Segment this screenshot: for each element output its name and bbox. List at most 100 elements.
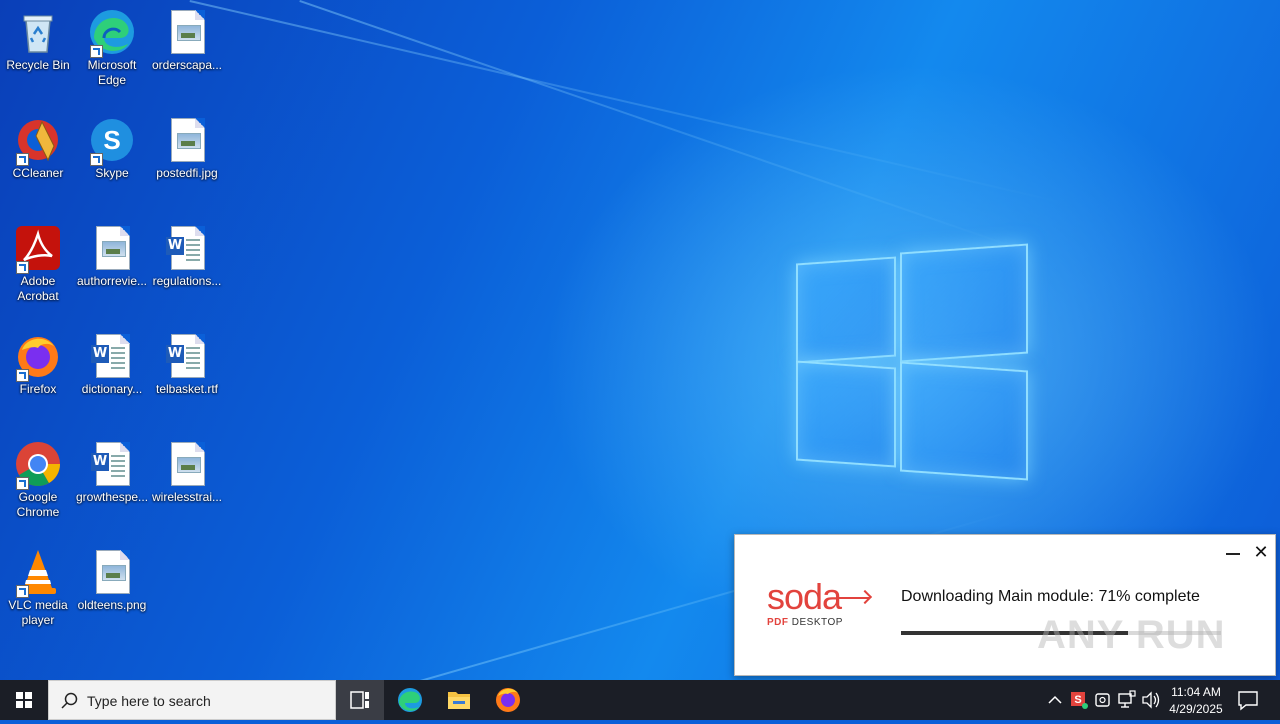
desktop-icon-label: Adobe Acrobat [17,274,59,303]
windows-logo [796,242,1028,481]
desktop-icon-postedfi[interactable]: postedfi.jpg [149,110,225,181]
taskbar-edge[interactable] [386,680,434,720]
image-file-icon [88,224,136,272]
edge-icon [88,8,136,58]
firefox-icon [14,332,62,382]
soda-pdf-logo: soda PDF DESKTOP [767,579,877,631]
image-file-icon [163,116,211,164]
clock-time: 11:04 AM [1171,685,1221,699]
light-beam [299,0,1038,256]
desktop-icon-label: regulations... [152,274,222,288]
minimize-button[interactable] [1225,545,1241,561]
desktop-icon-label: VLC media player [8,598,68,627]
desktop: Recycle Bin CCleaner Adobe Acrobat Firef… [0,0,1280,680]
desktop-icon-label: Recycle Bin [6,58,70,72]
search-placeholder: Type here to search [87,693,211,709]
desktop-icon-adobe-acrobat[interactable]: Adobe Acrobat [0,218,76,304]
desktop-icon-label: Firefox [19,382,57,396]
taskbar-search-box[interactable]: Type here to search [48,680,336,720]
vlc-icon [14,548,62,598]
speaker-icon [1142,691,1160,709]
search-icon [61,692,78,709]
soda-pdf-tray-icon: S [1071,692,1088,709]
desktop-icon-growthespe[interactable]: W growthespe... [74,434,150,505]
folder-icon [448,692,470,709]
desktop-icon-oldteens[interactable]: oldteens.png [74,542,150,613]
tray-soda-pdf[interactable]: S [1068,680,1090,720]
shortcut-arrow-icon [16,477,29,490]
svg-text:S: S [103,125,120,155]
network-icon [1118,690,1136,708]
image-file-icon [163,440,211,488]
shortcut-arrow-icon [90,45,103,58]
skype-icon: S [88,116,136,166]
action-center-button[interactable] [1232,680,1264,720]
camera-icon [1095,693,1110,707]
desktop-icon-skype[interactable]: S Skype [74,110,150,181]
desktop-icon-ccleaner[interactable]: CCleaner [0,110,76,181]
word-doc-icon: W [88,440,136,488]
close-button[interactable]: ✕ [1251,543,1271,563]
taskbar: Type here to search S 11:04 AM 4/29/2025 [0,680,1280,720]
taskbar-firefox[interactable] [484,680,532,720]
brand-arrow-icon [839,597,869,599]
desktop-icon-dictionary[interactable]: W dictionary... [74,326,150,397]
image-file-icon [88,548,136,596]
ccleaner-icon [14,116,62,166]
desktop-icon-label: growthespe... [76,490,149,504]
desktop-icon-regulations[interactable]: W regulations... [149,218,225,289]
desktop-icon-orderscapa[interactable]: orderscapa... [149,2,225,73]
chrome-icon [14,440,62,490]
windows-start-icon [16,692,32,708]
desktop-icon-label: dictionary... [81,382,143,396]
shortcut-arrow-icon [16,369,29,382]
light-beam [189,0,1067,205]
desktop-icon-label: wirelesstrai... [151,490,222,504]
word-doc-icon: W [88,332,136,380]
download-status: Downloading Main module: 71% complete [901,588,1200,605]
desktop-icon-wirelesstrai[interactable]: wirelesstrai... [149,434,225,505]
desktop-icon-authorrevie[interactable]: authorrevie... [74,218,150,289]
task-view-button[interactable] [336,680,384,720]
logo-pane [900,361,1028,481]
recycle-bin-icon [14,8,62,56]
desktop-icon-microsoft-edge[interactable]: Microsoft Edge [74,2,150,88]
desktop-icon-label: CCleaner [12,166,64,180]
tray-volume[interactable] [1140,680,1162,720]
chevron-up-icon [1048,695,1062,704]
shortcut-arrow-icon [16,153,29,166]
desktop-icon-telbasket[interactable]: W telbasket.rtf [149,326,225,397]
desktop-icon-recycle-bin[interactable]: Recycle Bin [0,2,76,73]
start-button[interactable] [0,680,48,720]
brand-sub-bold: PDF [767,617,789,628]
logo-pane [796,360,896,468]
task-view-icon [350,691,369,709]
desktop-icon-label: oldteens.png [77,598,147,612]
tray-meet-now[interactable] [1092,680,1114,720]
shortcut-arrow-icon [90,153,103,166]
logo-pane [796,256,896,364]
logo-pane [900,243,1028,363]
notification-icon [1238,691,1258,711]
taskbar-file-explorer[interactable] [435,680,483,720]
desktop-icon-label: telbasket.rtf [155,382,219,396]
word-doc-icon: W [163,224,211,272]
firefox-icon [496,688,520,712]
clock-date: 4/29/2025 [1169,702,1223,716]
acrobat-icon [14,224,62,274]
tray-network[interactable] [1116,680,1138,720]
show-hidden-icons-button[interactable] [1044,680,1066,720]
shortcut-arrow-icon [16,585,29,598]
shortcut-arrow-icon [16,261,29,274]
desktop-icon-label: authorrevie... [76,274,148,288]
brand-sub-text: DESKTOP [788,617,843,628]
taskbar-clock[interactable]: 11:04 AM 4/29/2025 [1164,680,1228,720]
desktop-icon-label: orderscapa... [151,58,223,72]
watermark: ANY RUN [1037,613,1226,657]
svg-text:S: S [1074,694,1081,706]
desktop-icon-google-chrome[interactable]: Google Chrome [0,434,76,520]
desktop-icon-firefox[interactable]: Firefox [0,326,76,397]
word-doc-icon: W [163,332,211,380]
desktop-icon-vlc-media-player[interactable]: VLC media player [0,542,76,628]
desktop-icon-label: Google Chrome [16,490,60,519]
